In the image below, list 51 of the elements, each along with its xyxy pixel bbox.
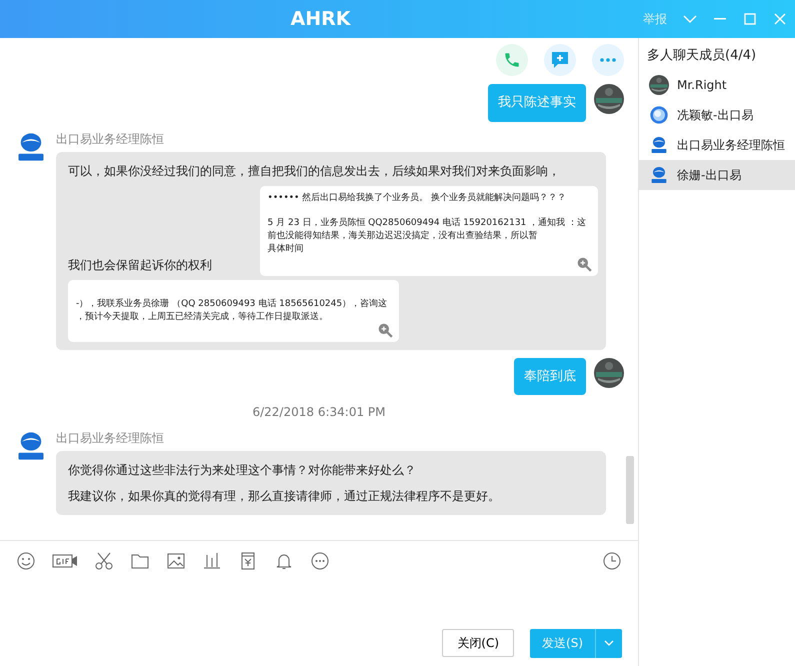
zoom-in-icon[interactable] (377, 322, 394, 338)
logo-icon (649, 134, 669, 154)
screenshot-text: 前也没能得知结果，海关那边迟迟没搞定，没有出查验结果，所以暂 (268, 230, 539, 242)
emoji-icon[interactable] (16, 551, 36, 571)
sender-name: 出口易业务经理陈恒 (56, 430, 165, 447)
screenshot-text: ，预计今天提取，上周五已经清关完成，等待工作日提取派送。 (76, 310, 329, 324)
members-title: 多人聊天成员(4/4) (646, 47, 758, 65)
sender-name: 出口易业务经理陈恒 (56, 130, 165, 148)
screenshot-text: -），我联系业务员徐珊 （QQ 2850609493 电话 18565610245），咨询这 (76, 298, 388, 310)
timestamp: 6/22/2018 6:34:01 PM (252, 404, 386, 421)
screenshot-text: •••••• 然后出口易给我换了个业务员。 换个业务员就能解决问题吗？？？ (268, 192, 568, 204)
message-text: 我建议你，如果你真的觉得有理，那么直接请律师，通过正规法律程序不是更好。 (67, 488, 501, 505)
member-item[interactable]: Mr.Right (639, 70, 795, 100)
minimize-icon[interactable] (714, 18, 726, 20)
avatar (594, 358, 624, 388)
member-item[interactable]: 冼颖敏-出口易 (639, 100, 795, 130)
zoom-in-icon[interactable] (576, 256, 592, 272)
gif-icon[interactable] (52, 553, 78, 569)
member-item[interactable]: 徐姗-出口易 (639, 160, 795, 190)
avatar (594, 84, 624, 114)
history-clock-icon[interactable] (602, 551, 622, 571)
chat-add-icon[interactable] (544, 44, 576, 76)
message-text: 你觉得你通过这些非法行为来处理这个事情？对你能带来好处么？ (67, 462, 417, 479)
more-icon[interactable] (310, 551, 330, 571)
message-bubble: 我只陈述事实 (488, 84, 586, 122)
logo-icon (649, 164, 669, 184)
member-name: 出口易业务经理陈恒 (677, 136, 785, 154)
scissors-icon[interactable] (94, 551, 114, 571)
screenshot-text: 具体时间 (268, 242, 305, 256)
scrollbar[interactable] (626, 456, 634, 524)
more-icon[interactable] (592, 44, 624, 76)
member-name: 冼颖敏-出口易 (677, 106, 754, 124)
chevron-down-icon[interactable] (683, 15, 697, 23)
chart-icon[interactable] (202, 551, 222, 571)
avatar (649, 104, 669, 124)
caret-icon (604, 640, 614, 646)
avatar (649, 74, 669, 94)
message-bubble: 奉陪到底 (514, 358, 586, 395)
member-name: 徐姗-出口易 (677, 166, 742, 184)
maximize-icon[interactable] (744, 13, 756, 25)
message-text: 我们也会保留起诉你的权利 (67, 256, 213, 274)
screenshot-text: 5 月 23 日，业务员陈恒 QQ2850609494 电话 15920162131 ，通知我 ：这 (268, 216, 586, 230)
member-name: Mr.Right (677, 76, 727, 94)
member-item[interactable]: 出口易业务经理陈恒 (639, 130, 795, 160)
window-title: AHRK (290, 6, 350, 32)
close-icon[interactable] (774, 13, 786, 25)
phone-icon[interactable] (496, 44, 528, 76)
close-button[interactable]: 关闭(C) (442, 629, 514, 658)
send-options-button[interactable] (595, 628, 622, 658)
message-text: 可以，如果你没经过我们的同意，擅自把我们的信息发出去，后续如果对我们对来负面影响， (67, 162, 561, 180)
image-icon[interactable] (166, 551, 186, 571)
